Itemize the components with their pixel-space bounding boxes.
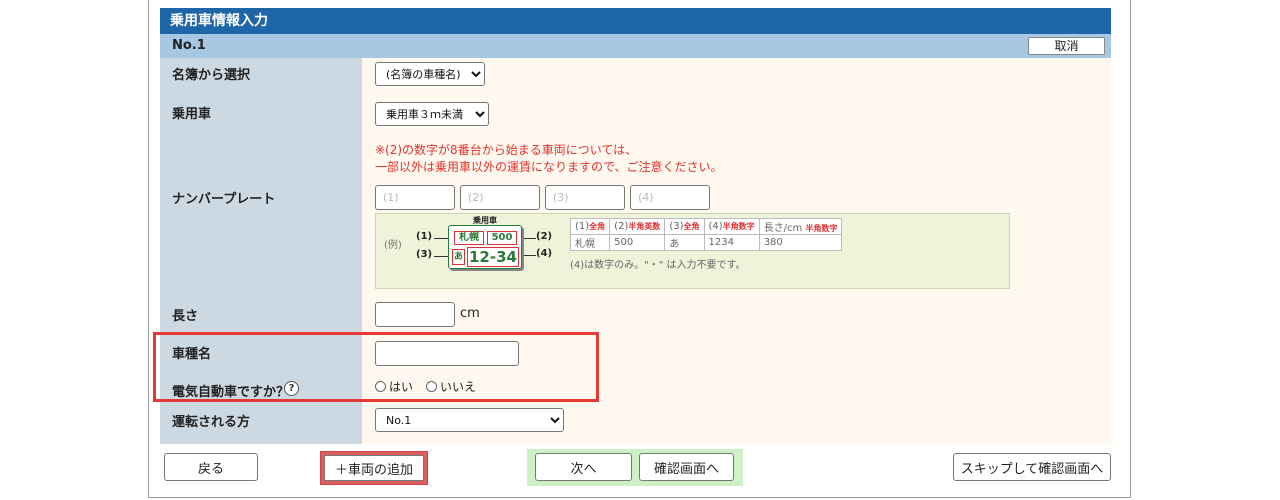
entry-number: No.1: [172, 38, 206, 53]
table-cell: 500: [609, 234, 666, 251]
example-label: (例): [384, 240, 402, 251]
add-vehicle-button[interactable]: ＋車両の追加: [324, 455, 424, 481]
list-select-dropdown[interactable]: (名簿の車種名): [375, 62, 485, 86]
table-cell: 1234: [703, 234, 760, 251]
confirm-button[interactable]: 確認画面へ: [639, 453, 734, 481]
length-label: 長さ: [172, 309, 199, 324]
plate-input-4[interactable]: [630, 185, 710, 210]
table-header-2: (2)半角英数: [609, 218, 666, 235]
length-input[interactable]: [375, 302, 455, 327]
table-header-1: (1)全角: [569, 218, 611, 235]
next-button[interactable]: 次へ: [535, 453, 632, 481]
notice-line-1: ※(2)の数字が8番台から始まる車両については、: [375, 143, 638, 157]
table-cell: 札幌: [569, 234, 611, 251]
list-select-label: 名簿から選択: [172, 68, 251, 83]
plate-kana: あ: [452, 249, 465, 265]
table-header-3: (3)全角: [664, 218, 705, 235]
highlight-box: [153, 332, 599, 402]
vehicle-label: 乗用車: [172, 107, 212, 122]
plate-number: 12-34: [467, 247, 519, 267]
callout-1: (1): [416, 231, 433, 242]
plate-input-1[interactable]: [375, 185, 455, 210]
back-button[interactable]: 戻る: [164, 453, 258, 481]
plate-region: 札幌: [454, 231, 484, 245]
entry-header: No.1 取消: [160, 34, 1111, 58]
plate-label: ナンバープレート: [172, 192, 276, 207]
cancel-button[interactable]: 取消: [1028, 37, 1105, 55]
table-header-4: (4)半角数字: [703, 218, 760, 235]
callout-4: (4): [536, 248, 553, 259]
callout-2: (2): [536, 231, 553, 242]
table-cell: あ: [664, 234, 705, 251]
page-title: 乗用車情報入力: [160, 8, 1111, 34]
notice-line-2: 一部以外は乗用車以外の運賃になりますので、ご注意ください。: [375, 160, 723, 174]
plate-class: 500: [487, 231, 517, 245]
plate-input-3[interactable]: [545, 185, 625, 210]
plate-example-box: (例) 乗用車 (1) (2) (3) (4) 札幌 500 あ 12-34 (…: [375, 213, 1010, 289]
license-plate-illustration: 札幌 500 あ 12-34: [448, 225, 522, 269]
skip-to-confirm-button[interactable]: スキップして確認画面へ: [953, 453, 1111, 481]
driver-dropdown[interactable]: No.1: [375, 408, 564, 432]
vehicle-type-dropdown[interactable]: 乗用車３ｍ未満: [375, 102, 489, 126]
plate-input-2[interactable]: [460, 185, 540, 210]
table-header-5: 長さ/cm 半角数字: [758, 218, 843, 235]
table-cell: 380: [758, 234, 843, 251]
callout-3: (3): [416, 249, 433, 260]
driver-label: 運転される方: [172, 415, 251, 430]
length-unit: cm: [460, 306, 480, 321]
example-note: (4)は数字のみ。"・" は入力不要です。: [570, 260, 746, 271]
example-table: (1)全角 (2)半角英数 (3)全角 (4)半角数字 長さ/cm 半角数字 札…: [569, 218, 843, 251]
